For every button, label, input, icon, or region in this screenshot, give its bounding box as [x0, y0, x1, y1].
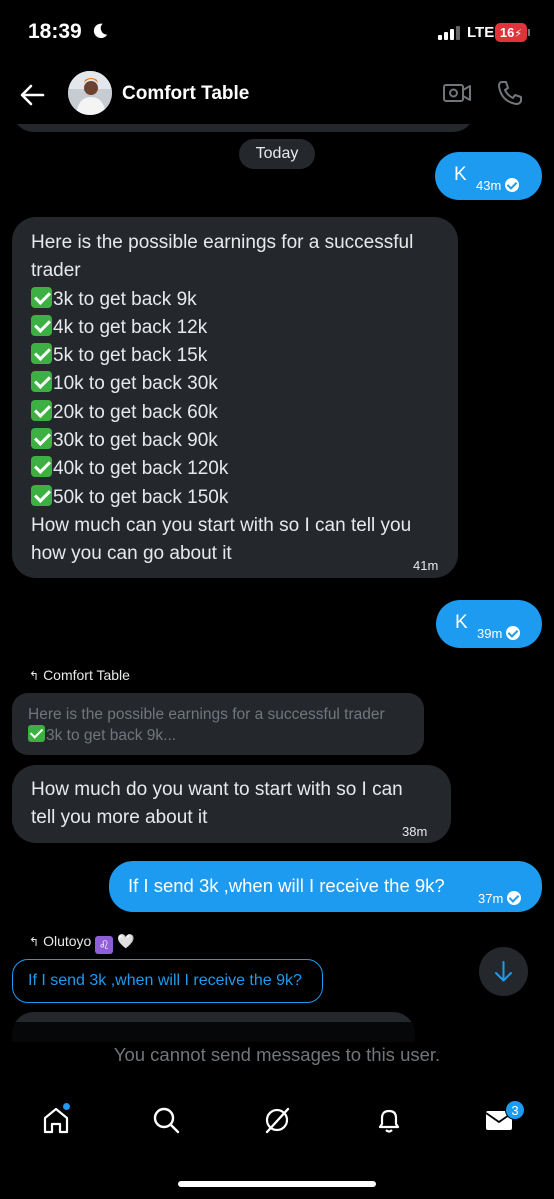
message-time-text: 39m [477, 626, 503, 641]
earnings-text: 40k to get back 120k [53, 458, 229, 480]
conversation-header: Comfort Table [0, 66, 554, 124]
status-bar: 18:39 LTE 16⚡ [0, 0, 554, 66]
message-line: How much do you want to start with so I … [31, 779, 403, 800]
check-mark-icon [31, 343, 52, 365]
grok-icon[interactable] [262, 1105, 292, 1135]
message-line: tell you more about it [31, 807, 208, 829]
reply-context-label: ↰ Comfort Table [29, 667, 130, 683]
leo-zodiac-icon: ♌ [95, 936, 114, 954]
earnings-text: 30k to get back 90k [53, 430, 218, 452]
battery-level: 16 [499, 25, 515, 40]
check-mark-icon [31, 399, 52, 421]
contact-name[interactable]: Comfort Table [122, 83, 249, 105]
messages-unread-badge: 3 [505, 1100, 525, 1120]
earnings-item: 20k to get back 60k [31, 399, 413, 427]
check-mark-icon [31, 286, 52, 308]
heart-emoji: 🤍 [117, 933, 135, 949]
incoming-message[interactable]: Here is the possible earnings for a succ… [12, 217, 458, 578]
quoted-text: 3k to get back 9k... [46, 727, 177, 744]
earnings-item: 3k to get back 9k [31, 286, 413, 314]
quoted-message[interactable]: If I send 3k ,when will I receive the 9k… [12, 959, 323, 1003]
do-not-disturb-moon-icon [93, 23, 108, 39]
quoted-line: Here is the possible earnings for a succ… [28, 706, 385, 723]
status-time: 18:39 [28, 20, 82, 43]
scroll-to-bottom-button[interactable] [479, 947, 528, 996]
check-mark-icon [31, 428, 52, 450]
reply-author: Comfort Table [43, 667, 130, 683]
earnings-item: 50k to get back 150k [31, 484, 413, 512]
message-time-text: 43m [476, 178, 502, 193]
notifications-icon[interactable] [374, 1105, 404, 1135]
message-time: 43m [476, 172, 520, 200]
earnings-text: 20k to get back 60k [53, 401, 218, 423]
search-icon[interactable] [151, 1105, 181, 1135]
reply-author: Olutoyo [43, 933, 92, 949]
contact-avatar[interactable] [68, 71, 112, 115]
battery-tip [528, 29, 530, 36]
earnings-item: 30k to get back 90k [31, 427, 413, 455]
avatar-photo [68, 71, 112, 115]
quoted-line: 3k to get back 9k... [28, 725, 408, 746]
quoted-message[interactable]: Here is the possible earnings for a succ… [12, 693, 424, 755]
outgoing-message[interactable]: If I send 3k ,when will I receive the 9k… [109, 861, 542, 912]
video-call-icon[interactable] [442, 79, 472, 107]
check-mark-icon [31, 314, 52, 336]
message-body: How much do you want to start with so I … [31, 776, 403, 833]
earnings-item: 4k to get back 12k [31, 314, 413, 342]
earnings-text: 3k to get back 9k [53, 288, 197, 310]
check-mark-icon [31, 371, 52, 393]
signal-strength-icon [438, 26, 460, 40]
sent-check-icon [506, 626, 521, 640]
message-text: K [455, 612, 468, 633]
message-time: 39m [477, 620, 521, 648]
earnings-item: 5k to get back 15k [31, 342, 413, 370]
sent-check-icon [505, 178, 520, 192]
message-time: 37m [478, 885, 522, 913]
back-arrow-icon[interactable] [18, 81, 46, 109]
reply-arrow-icon: ↰ [29, 935, 40, 949]
outgoing-message[interactable]: K 43m [435, 152, 542, 200]
message-text: K [454, 164, 467, 185]
phone-icon[interactable] [496, 79, 524, 107]
check-mark-icon [31, 484, 52, 506]
message-time: 38m [402, 824, 428, 839]
sent-check-icon [507, 891, 522, 905]
earnings-text: 5k to get back 15k [53, 345, 208, 367]
message-text: If I send 3k ,when will I receive the 9k… [128, 875, 445, 896]
date-separator: Today [239, 139, 315, 169]
earnings-item: 10k to get back 30k [31, 370, 413, 398]
reply-context-label: ↰ Olutoyo ♌ 🤍 [29, 933, 135, 954]
battery-indicator: 16⚡ [495, 23, 527, 42]
network-type: LTE [467, 24, 495, 41]
earnings-item: 40k to get back 120k [31, 455, 413, 483]
message-line: How much can you start with so I can tel… [31, 514, 412, 536]
incoming-message[interactable]: How much do you want to start with so I … [12, 765, 451, 843]
message-line: how you can go about it [31, 543, 232, 565]
message-time-text: 37m [478, 891, 504, 906]
message-line: Here is the possible earnings for a succ… [31, 232, 414, 253]
reply-arrow-icon: ↰ [29, 669, 40, 683]
earnings-text: 4k to get back 12k [53, 316, 208, 338]
earnings-text: 50k to get back 150k [53, 486, 229, 508]
earnings-text: 10k to get back 30k [53, 373, 218, 395]
message-time: 41m [413, 558, 439, 573]
home-indicator[interactable] [178, 1181, 376, 1187]
arrow-down-icon [495, 961, 512, 982]
message-line: trader [31, 260, 81, 282]
home-notification-dot [62, 1102, 71, 1111]
check-mark-icon [31, 456, 52, 478]
message-body: Here is the possible earnings for a succ… [31, 229, 413, 569]
check-mark-icon [28, 725, 45, 742]
cannot-message-notice: You cannot send messages to this user. [113, 1044, 441, 1065]
outgoing-message[interactable]: K 39m [436, 600, 542, 648]
